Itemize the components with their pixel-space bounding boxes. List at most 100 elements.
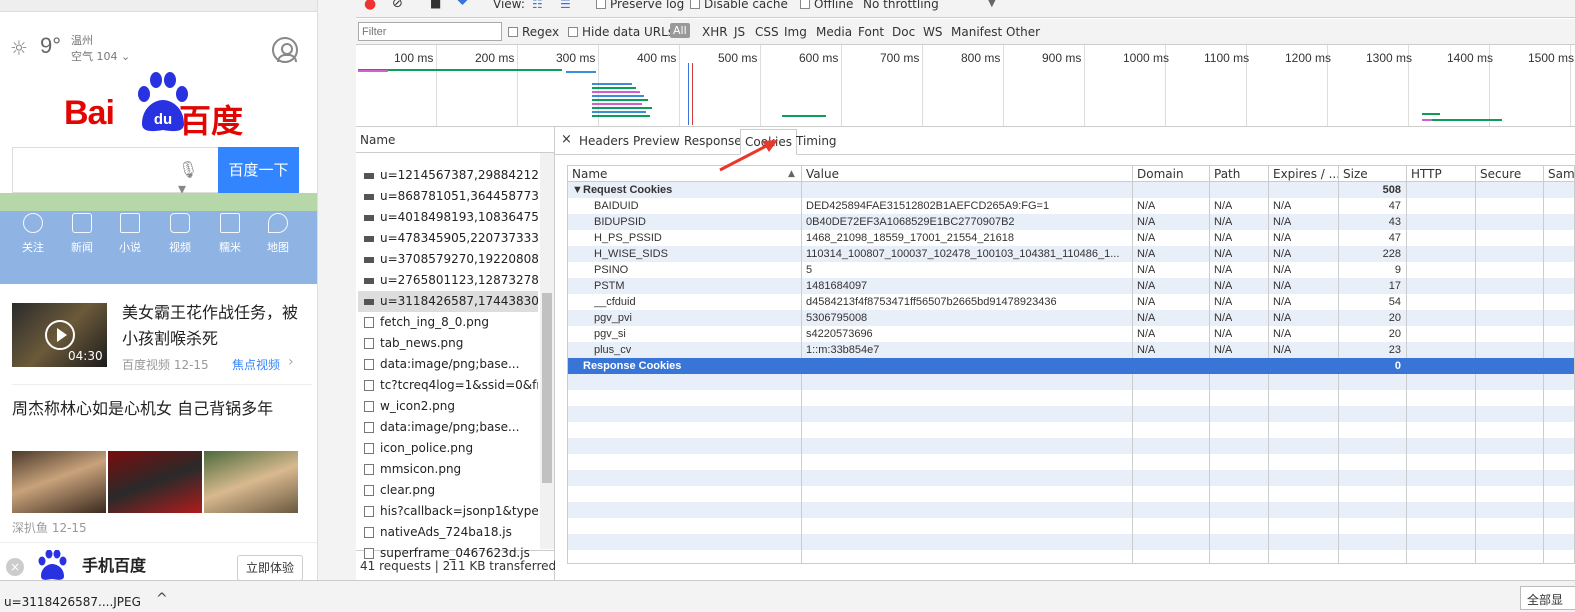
news-title[interactable]: 周杰称林心如是心机女 自己背锅多年	[12, 396, 308, 422]
type-filter-doc[interactable]: Doc	[892, 25, 915, 39]
close-icon[interactable]: ×	[561, 132, 572, 147]
close-icon[interactable]: ×	[6, 558, 24, 576]
response-cookies-group[interactable]: Response Cookies 0	[568, 358, 1574, 374]
nav-item-map[interactable]: 地图	[257, 213, 299, 255]
filter-icon[interactable]: ⏷	[457, 0, 468, 11]
disable-cache-checkbox[interactable]: Disable cache	[690, 0, 788, 11]
regex-checkbox[interactable]: Regex	[508, 25, 559, 39]
request-row[interactable]: u=478345905,2207373334...	[358, 228, 538, 249]
baidu-app-icon	[38, 550, 67, 580]
request-row[interactable]: u=1214567387,2988421253...	[358, 165, 538, 186]
news-thumbnail[interactable]	[12, 451, 106, 513]
name-column-header[interactable]: Name	[356, 127, 555, 153]
camera-icon[interactable]: ■	[430, 0, 441, 10]
user-icon[interactable]	[272, 37, 298, 63]
type-filter-other[interactable]: Other	[1006, 25, 1040, 39]
request-row[interactable]: icon_police.png	[358, 438, 538, 459]
try-now-button[interactable]: 立即体验	[237, 555, 303, 580]
nav-item-novel[interactable]: 小说	[109, 213, 151, 255]
column-header-secure[interactable]: Secure	[1476, 166, 1544, 182]
type-filter-all[interactable]: All	[670, 23, 690, 38]
nav-item-news[interactable]: 新闻	[61, 213, 103, 255]
scrollbar-thumb[interactable]	[542, 293, 552, 483]
request-cookies-group[interactable]: ▼ Request Cookies 508	[568, 182, 1574, 198]
cookie-row[interactable]: BIDUPSID 0B40DE72EF3A1068529E1BC2770907B2…	[568, 214, 1574, 230]
throttling-select[interactable]: No throttling	[863, 0, 939, 11]
hide-data-urls-checkbox[interactable]: Hide data URLs	[568, 25, 674, 39]
column-header-value[interactable]: Value	[802, 166, 1133, 182]
type-filter-img[interactable]: Img	[784, 25, 807, 39]
request-row[interactable]: u=4018498193,1083647524...	[358, 207, 538, 228]
weather-aqi[interactable]: 空气 104 ⌄	[71, 48, 130, 64]
type-filter-ws[interactable]: WS	[923, 25, 942, 39]
request-row[interactable]: u=3118426587,1744383014...	[358, 291, 538, 312]
request-detail-pane: × Headers Preview Response Cookies Timin…	[555, 127, 1575, 581]
cookie-row[interactable]: pgv_pvi 5306795008 N/A N/A N/A 20	[568, 310, 1574, 326]
list-view-icon[interactable]: ☷	[532, 0, 543, 11]
tab-timing[interactable]: Timing	[796, 134, 837, 148]
request-list-scrollbar[interactable]	[540, 153, 554, 549]
news-thumbnail[interactable]	[204, 451, 298, 513]
request-row[interactable]: tab_news.png	[358, 333, 538, 354]
request-row[interactable]: u=3708579270,1922080816...	[358, 249, 538, 270]
type-filter-font[interactable]: Font	[858, 25, 884, 39]
nav-item-nuomi[interactable]: 糯米	[209, 213, 251, 255]
request-row[interactable]: w_icon2.png	[358, 396, 538, 417]
request-row[interactable]: data:image/png;base...	[358, 354, 538, 375]
record-icon[interactable]: ●	[364, 0, 376, 12]
tab-headers[interactable]: Headers	[579, 134, 629, 148]
filter-input[interactable]	[358, 22, 502, 41]
throttling-dropdown-icon[interactable]: ▼	[988, 0, 996, 9]
column-header-size[interactable]: Size	[1339, 166, 1407, 182]
cookie-row[interactable]: H_WISE_SIDS 110314_100807_100037_102478_1…	[568, 246, 1574, 262]
news-tag[interactable]: 焦点视频	[232, 356, 280, 373]
show-all-downloads-button[interactable]: 全部显	[1520, 586, 1575, 610]
search-button[interactable]: 百度一下	[218, 147, 299, 193]
request-row[interactable]: his?callback=jsonp1&type=...	[358, 501, 538, 522]
column-header-samesite[interactable]: Sam	[1544, 166, 1574, 182]
column-header-path[interactable]: Path	[1210, 166, 1269, 182]
request-name: u=868781051,3644587738...	[380, 189, 538, 203]
download-file[interactable]: u=3118426587....JPEG	[4, 595, 141, 609]
cookie-size: 20	[1388, 328, 1401, 340]
request-row[interactable]: tc?tcreq4log=1&ssid=0&fr...	[358, 375, 538, 396]
waterfall-view-icon[interactable]: ☰	[560, 0, 571, 11]
type-filter-xhr[interactable]: XHR	[702, 25, 728, 39]
cookie-row[interactable]: PSTM 1481684097 N/A N/A N/A 17	[568, 278, 1574, 294]
news-thumbnail[interactable]	[108, 451, 202, 513]
request-row[interactable]: fetch_ing_8_0.png	[358, 312, 538, 333]
request-row[interactable]: nativeAds_724ba18.js	[358, 522, 538, 543]
cookie-row[interactable]: pgv_si s4220573696 N/A N/A N/A 20	[568, 326, 1574, 342]
column-header-expires[interactable]: Expires / ...	[1269, 166, 1339, 182]
clear-icon[interactable]: ⊘	[392, 0, 403, 11]
nav-item-follow[interactable]: 关注	[12, 213, 54, 255]
play-icon[interactable]	[45, 320, 75, 350]
request-row[interactable]: superframe_0467623d.js	[358, 543, 538, 564]
type-filter-js[interactable]: JS	[734, 25, 745, 39]
request-row[interactable]: data:image/png;base...	[358, 417, 538, 438]
type-filter-css[interactable]: CSS	[755, 25, 779, 39]
image-file-icon	[364, 257, 374, 263]
tab-preview[interactable]: Preview	[633, 134, 680, 148]
chevron-up-icon[interactable]: ^	[156, 591, 168, 607]
column-header-http[interactable]: HTTP	[1407, 166, 1476, 182]
news-title[interactable]: 美女霸王花作战任务，被小孩割喉杀死	[122, 300, 302, 352]
request-row[interactable]: u=868781051,3644587738...	[358, 186, 538, 207]
nav-item-video[interactable]: 视频	[159, 213, 201, 255]
type-filter-media[interactable]: Media	[816, 25, 852, 39]
expand-triangle-icon[interactable]: ▼	[572, 182, 583, 198]
cookie-row[interactable]: __cfduid d4584213f4f8753471ff56507b2665bd…	[568, 294, 1574, 310]
request-row[interactable]: clear.png	[358, 480, 538, 501]
timeline-overview[interactable]: 100 ms 200 ms 300 ms 400 ms 500 ms 600 ms 700 …	[356, 45, 1575, 127]
type-filter-manifest[interactable]: Manifest	[951, 25, 1002, 39]
cookie-row[interactable]: BAIDUID DED425894FAE31512802B1AEFCD265A9:…	[568, 198, 1574, 214]
preserve-log-checkbox[interactable]: Preserve log	[596, 0, 684, 11]
cookie-row[interactable]: H_PS_PSSID 1468_21098_18559_17001_21554_2…	[568, 230, 1574, 246]
request-row[interactable]: mmsicon.png	[358, 459, 538, 480]
offline-checkbox[interactable]: Offline	[800, 0, 853, 11]
microphone-icon[interactable]: 🎙▾	[178, 160, 200, 198]
request-row[interactable]: u=2765801123,1287327841...	[358, 270, 538, 291]
cookie-row[interactable]: plus_cv 1::m:33b854e7 N/A N/A N/A 23	[568, 342, 1574, 358]
cookie-row[interactable]: PSINO 5 N/A N/A N/A 9	[568, 262, 1574, 278]
column-header-domain[interactable]: Domain	[1133, 166, 1210, 182]
